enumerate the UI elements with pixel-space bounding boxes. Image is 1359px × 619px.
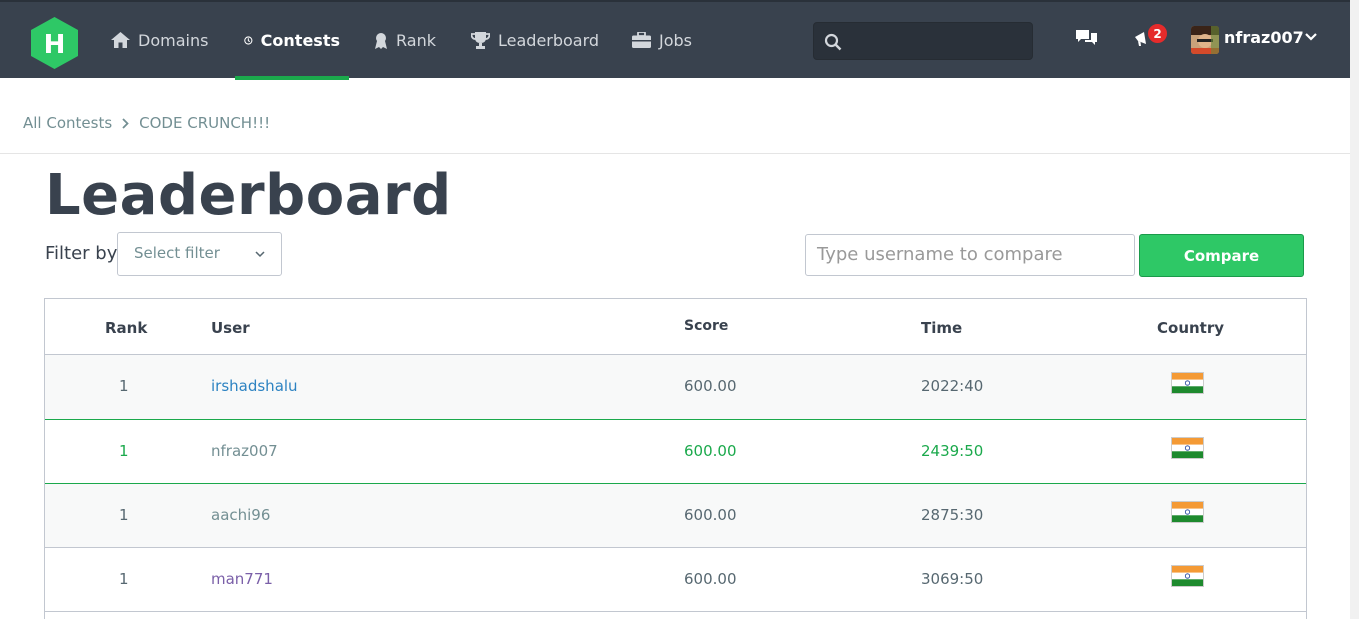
compare-button[interactable]: Compare bbox=[1139, 234, 1304, 277]
header-rank[interactable]: Rank bbox=[105, 319, 147, 337]
row-rank: 1 bbox=[119, 506, 129, 524]
header-user: User bbox=[211, 319, 250, 337]
india-flag-icon bbox=[1171, 501, 1204, 523]
row-time: 2022:40 bbox=[921, 377, 984, 395]
search-input[interactable] bbox=[813, 22, 1033, 60]
filter-select-placeholder: Select filter bbox=[134, 244, 220, 262]
chevron-down-icon bbox=[255, 251, 265, 258]
india-flag-icon bbox=[1171, 437, 1204, 459]
medal-icon bbox=[375, 32, 387, 49]
nav-domains[interactable]: Domains bbox=[111, 2, 208, 78]
row-rank: 1 bbox=[119, 442, 129, 460]
row-time: 2875:30 bbox=[921, 506, 984, 524]
hackerrank-logo-icon[interactable]: H bbox=[31, 17, 78, 69]
username[interactable]: nfraz007 bbox=[1224, 28, 1304, 47]
nav-jobs[interactable]: Jobs bbox=[632, 2, 692, 78]
compare-username-input[interactable]: Type username to compare bbox=[805, 234, 1135, 276]
clock-icon bbox=[244, 35, 253, 45]
briefcase-icon bbox=[632, 32, 651, 48]
row-time: 2439:50 bbox=[921, 442, 984, 460]
chevron-right-icon bbox=[122, 117, 129, 129]
india-flag-icon bbox=[1171, 372, 1204, 394]
filter-label: Filter by bbox=[45, 243, 118, 264]
notification-badge[interactable]: 2 bbox=[1147, 23, 1168, 44]
avatar[interactable] bbox=[1191, 26, 1219, 54]
table-row: 1 man771 600.00 3069:50 bbox=[45, 548, 1306, 612]
leaderboard-table: Rank User Score Time Country 1 irshadsha… bbox=[44, 298, 1307, 619]
scrollbar[interactable] bbox=[1350, 0, 1359, 619]
row-user[interactable]: nfraz007 bbox=[211, 442, 278, 460]
row-score: 600.00 bbox=[684, 377, 737, 395]
page-title: Leaderboard bbox=[45, 163, 452, 228]
home-icon bbox=[111, 32, 130, 48]
nav-leaderboard[interactable]: Leaderboard bbox=[471, 2, 599, 78]
messages-icon[interactable] bbox=[1076, 29, 1097, 47]
nav-contests-label: Contests bbox=[260, 30, 340, 50]
table-row: 1 irshadshalu 600.00 2022:40 bbox=[45, 355, 1306, 419]
top-navbar: H Domains Contests Rank Leaderboard Jobs… bbox=[0, 0, 1350, 80]
header-country: Country bbox=[1157, 319, 1225, 337]
filter-select[interactable]: Select filter bbox=[117, 232, 282, 276]
nav-contests[interactable]: Contests bbox=[235, 2, 349, 80]
nav-jobs-label: Jobs bbox=[659, 30, 692, 50]
compare-input-placeholder: Type username to compare bbox=[817, 244, 1063, 265]
nav-domains-label: Domains bbox=[138, 30, 209, 50]
search-icon bbox=[824, 33, 842, 51]
nav-leaderboard-label: Leaderboard bbox=[498, 30, 600, 50]
svg-text:H: H bbox=[44, 30, 66, 60]
divider bbox=[0, 153, 1350, 154]
row-user-link[interactable]: irshadshalu bbox=[211, 377, 298, 395]
breadcrumb: All Contests CODE CRUNCH!!! bbox=[23, 114, 270, 132]
chevron-down-icon[interactable] bbox=[1305, 33, 1317, 41]
breadcrumb-current[interactable]: CODE CRUNCH!!! bbox=[139, 114, 270, 132]
header-score[interactable]: Score bbox=[684, 318, 728, 334]
row-rank: 1 bbox=[119, 377, 129, 395]
india-flag-icon bbox=[1171, 565, 1204, 587]
row-rank: 1 bbox=[119, 570, 129, 588]
row-user-link[interactable]: man771 bbox=[211, 570, 273, 588]
table-row: 1 aachi96 600.00 2875:30 bbox=[45, 484, 1306, 548]
nav-rank-label: Rank bbox=[396, 30, 436, 50]
table-header: Rank User Score Time Country bbox=[45, 299, 1306, 355]
breadcrumb-all-contests[interactable]: All Contests bbox=[23, 114, 112, 132]
header-time[interactable]: Time bbox=[921, 319, 962, 337]
row-score: 600.00 bbox=[684, 506, 737, 524]
row-time: 3069:50 bbox=[921, 570, 984, 588]
row-user[interactable]: aachi96 bbox=[211, 506, 270, 524]
table-row-current-user: 1 nfraz007 600.00 2439:50 bbox=[45, 419, 1306, 484]
trophy-icon bbox=[471, 31, 490, 49]
nav-rank[interactable]: Rank bbox=[374, 2, 436, 78]
row-score: 600.00 bbox=[684, 442, 737, 460]
row-score: 600.00 bbox=[684, 570, 737, 588]
